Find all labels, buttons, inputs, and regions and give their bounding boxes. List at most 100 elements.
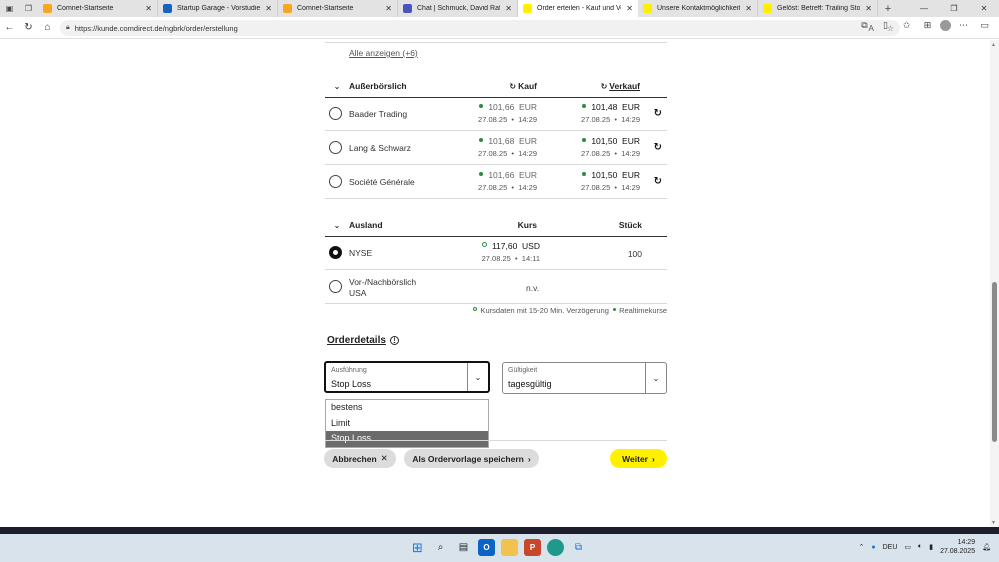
window-controls: — ❐ ✕ xyxy=(909,0,999,17)
address-bar[interactable]: 🔒︎ https://kunde.comdirect.de/ngbrk/orde… xyxy=(60,20,900,36)
split-screen-icon[interactable]: ▯ xyxy=(877,20,894,31)
browser-tab[interactable]: Comnet-Startseite ✕ xyxy=(38,0,158,17)
chevron-down-icon[interactable]: ⌄ xyxy=(467,363,488,391)
info-icon[interactable]: i xyxy=(389,336,399,345)
dropdown-option[interactable]: bestens xyxy=(326,400,488,416)
browser-tab[interactable]: Unsere Kontaktmöglichkeiten | ✕ xyxy=(638,0,758,17)
dropdown-option-selected[interactable]: Stop Loss xyxy=(326,431,488,447)
favorites-icon[interactable]: ✩ xyxy=(898,20,915,31)
more-menu-icon[interactable]: ⋯ xyxy=(955,20,972,31)
validity-label: Gültigkeit xyxy=(508,367,538,374)
close-tab-icon[interactable]: ✕ xyxy=(145,4,152,13)
currency: EUR xyxy=(519,102,537,112)
venue-radio[interactable] xyxy=(329,107,342,120)
venue-row[interactable]: Lang & Schwarz 101,68 EUR 27.08.25 • 14:… xyxy=(325,131,667,165)
refresh-quote-icon[interactable]: ↻ xyxy=(654,108,662,119)
new-tab-icon[interactable]: + xyxy=(878,0,898,17)
show-all-link[interactable]: Alle anzeigen (+6) xyxy=(349,48,418,58)
reload-icon[interactable]: ↻ xyxy=(19,22,38,33)
validity-select[interactable]: Gültigkeit tagesgültig ⌄ xyxy=(502,362,667,394)
close-tab-icon[interactable]: ✕ xyxy=(265,4,272,13)
home-icon[interactable]: ⌂ xyxy=(38,22,57,33)
date: 27.08.25 xyxy=(478,115,508,124)
browser-tab[interactable]: Chat | Schmuck, David Rafael | M ✕ xyxy=(398,0,518,17)
close-tab-icon[interactable]: ✕ xyxy=(505,4,512,13)
cancel-button[interactable]: Abbrechen ✕ xyxy=(324,449,396,468)
clock[interactable]: 14:29 27.08.2025 xyxy=(940,538,975,556)
next-button[interactable]: Weiter › xyxy=(610,449,667,468)
close-tab-icon[interactable]: ✕ xyxy=(626,4,633,13)
start-icon[interactable]: ⊞ xyxy=(409,539,426,556)
venue-radio[interactable] xyxy=(329,175,342,188)
venue-row[interactable]: Société Générale 101,66 EUR 27.08.25 • 1… xyxy=(325,165,667,199)
scroll-down-icon[interactable]: ▼ xyxy=(991,520,996,526)
url-text[interactable]: https://kunde.comdirect.de/ngbrk/order/e… xyxy=(75,24,856,33)
date: 27.08.25 xyxy=(581,115,611,124)
refresh-quote-icon[interactable]: ↻ xyxy=(654,142,662,153)
venue-row[interactable]: Baader Trading 101,66 EUR 27.08.25 • 14:… xyxy=(325,97,667,131)
delayed-note: Kursdaten mit 15-20 Min. Verzögerung xyxy=(480,306,609,315)
close-tab-icon[interactable]: ✕ xyxy=(745,4,752,13)
volume-icon[interactable]: 🔈︎ xyxy=(918,543,922,551)
collections-icon[interactable]: ⊞ xyxy=(919,20,936,31)
monitor-icon[interactable]: ▭ xyxy=(904,543,911,551)
close-window-icon[interactable]: ✕ xyxy=(969,0,999,17)
chevron-right-icon: › xyxy=(651,453,655,464)
close-tab-icon[interactable]: ✕ xyxy=(865,4,872,13)
page-scrollbar[interactable]: ▲ ▼ xyxy=(990,40,999,528)
refresh-quote-icon[interactable]: ↻ xyxy=(654,176,662,187)
profile-avatar[interactable] xyxy=(940,20,951,31)
save-template-button[interactable]: Als Ordervorlage speichern › xyxy=(404,449,539,468)
chevron-up-icon[interactable]: ⌃ xyxy=(858,543,864,551)
scroll-up-icon[interactable]: ▲ xyxy=(991,42,996,48)
edge-icon[interactable] xyxy=(547,539,564,556)
chevron-down-icon[interactable]: ⌄ xyxy=(645,363,666,393)
time: 14:29 xyxy=(518,183,537,192)
browser-tab[interactable]: Comnet-Startseite ✕ xyxy=(278,0,398,17)
venue-row[interactable]: Vor-/Nachbörslich USA n.v. xyxy=(325,270,667,304)
currency: EUR xyxy=(622,170,640,180)
notifications-icon[interactable]: 🔔︎ xyxy=(982,543,991,551)
close-tab-icon[interactable]: ✕ xyxy=(385,4,392,13)
execution-select[interactable]: Ausführung Stop Loss ⌄ xyxy=(324,361,490,393)
venue-radio-selected[interactable] xyxy=(329,246,342,259)
date: 27.08.25 xyxy=(581,149,611,158)
venue-row-selected[interactable]: NYSE 117,60 USD 27.08.25 • 14:11 100 xyxy=(325,236,667,270)
browser-tab[interactable]: Startup Garage - Vorstudie - Alli ✕ xyxy=(158,0,278,17)
browser-tab[interactable]: Gelöst: Betreff: Trailing Stop-Lo ✕ xyxy=(758,0,878,17)
outlook-icon[interactable]: O xyxy=(478,539,495,556)
workspaces-icon[interactable]: ▣ xyxy=(0,0,19,17)
sell-price: 101,50 EUR 27.08.25 • 14:29 xyxy=(581,170,640,192)
chevron-down-icon[interactable]: ⌄ xyxy=(325,221,349,230)
dropdown-option[interactable]: Limit xyxy=(326,416,488,432)
sell-price-value: 101,48 xyxy=(591,102,618,112)
sidebar-icon[interactable]: ▭ xyxy=(976,20,993,31)
search-icon[interactable]: ⌕ xyxy=(432,539,449,556)
buy-column-header[interactable]: ↻ Kauf xyxy=(509,81,537,91)
language-indicator[interactable]: DEU xyxy=(883,544,898,551)
scroll-thumb[interactable] xyxy=(992,282,997,442)
venue-radio[interactable] xyxy=(329,141,342,154)
app-icon[interactable]: ⧉ xyxy=(570,539,587,556)
tab-title: Order erteilen - Kauf und Verka xyxy=(537,5,621,12)
tab-actions-icon[interactable]: ❐ xyxy=(19,0,38,17)
sell-column-header[interactable]: ↻ Verkauf xyxy=(601,81,640,91)
date: 27.08.25 xyxy=(581,183,611,192)
powerpoint-icon[interactable]: P xyxy=(524,539,541,556)
battery-icon[interactable]: ▮ xyxy=(929,543,933,551)
extensions-icon[interactable]: ⧉ xyxy=(856,20,873,31)
minimize-icon[interactable]: — xyxy=(909,0,939,17)
venue-radio[interactable] xyxy=(329,280,342,293)
date: 27.08.25 xyxy=(478,149,508,158)
back-icon[interactable]: ← xyxy=(0,22,19,33)
maximize-icon[interactable]: ❐ xyxy=(939,0,969,17)
clock-date: 27.08.2025 xyxy=(940,548,976,555)
time: 14:29 xyxy=(621,149,640,158)
file-explorer-icon[interactable] xyxy=(501,539,518,556)
network-app-icon[interactable]: ● xyxy=(871,544,875,551)
sell-price: 101,50 EUR 27.08.25 • 14:29 xyxy=(581,136,640,158)
lock-icon[interactable]: 🔒︎ xyxy=(66,24,70,32)
chevron-down-icon[interactable]: ⌄ xyxy=(325,82,349,91)
browser-tab-active[interactable]: Order erteilen - Kauf und Verka ✕ xyxy=(518,0,638,17)
task-view-icon[interactable]: ▤ xyxy=(455,539,472,556)
